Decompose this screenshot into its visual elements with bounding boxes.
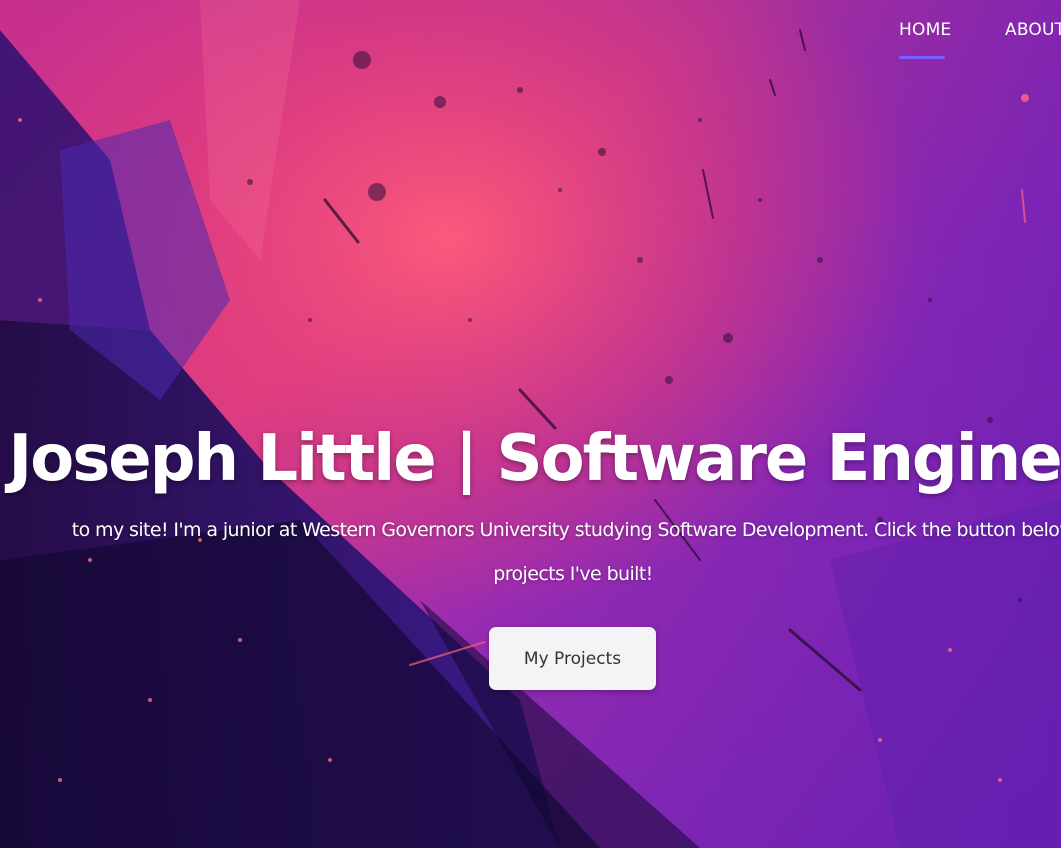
my-projects-button[interactable]: My Projects xyxy=(489,627,656,690)
nav-link-home[interactable]: HOME xyxy=(899,20,951,40)
nav-active-indicator xyxy=(899,56,945,59)
hero-title: Joseph Little | Software Engineer xyxy=(8,422,1061,496)
nav-link-about[interactable]: ABOUT xyxy=(1005,20,1061,40)
hero-description-line-1: to my site! I'm a junior at Western Gove… xyxy=(71,519,1061,541)
top-navigation: HOME ABOUT xyxy=(0,0,1061,70)
hero-section: HOME ABOUT Joseph Little | Software Engi… xyxy=(0,0,1061,848)
hero-description-line-2: projects I've built! xyxy=(493,563,653,585)
hero-description: to my site! I'm a junior at Western Gove… xyxy=(0,508,1061,596)
